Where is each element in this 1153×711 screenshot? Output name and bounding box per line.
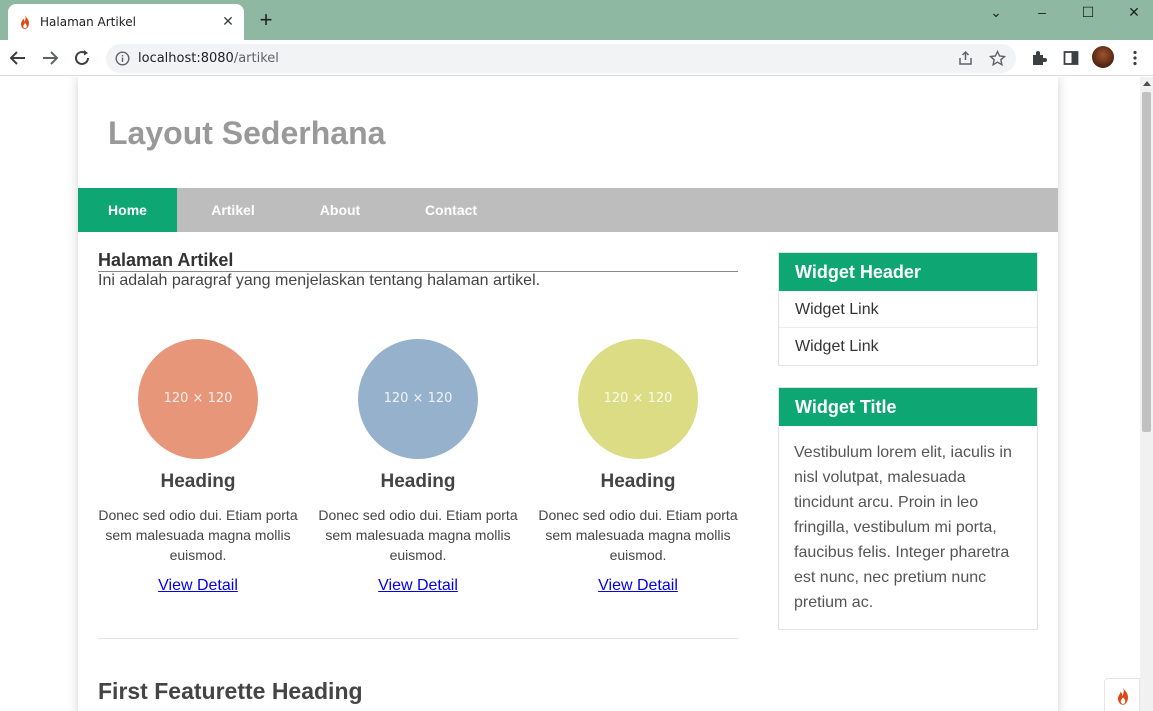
sidepanel-icon[interactable] <box>1062 49 1080 67</box>
codeigniter-flame-icon <box>1118 687 1128 705</box>
view-detail-link[interactable]: View Detail <box>158 577 238 595</box>
article-title: Halaman Artikel <box>98 250 738 272</box>
feature-text: Donec sed odio dui. Etiam porta sem male… <box>538 507 738 563</box>
url-text[interactable]: localhost:8080/artikel <box>138 51 279 66</box>
divider <box>98 638 738 639</box>
placeholder-image: 120 × 120 <box>578 339 698 459</box>
forward-arrow-icon[interactable] <box>39 47 61 69</box>
article-paragraph: Ini adalah paragraf yang menjelaskan ten… <box>98 272 541 289</box>
feature-heading: Heading <box>160 471 236 492</box>
view-detail-link[interactable]: View Detail <box>598 577 678 595</box>
main-nav: Home Artikel About Contact <box>78 188 1058 232</box>
scrollbar-thumb[interactable] <box>1142 92 1151 432</box>
share-icon[interactable] <box>957 50 974 67</box>
sidebar-widget-links: Widget Header Widget Link Widget Link <box>778 252 1038 366</box>
window-close-icon[interactable]: ✕ <box>1111 0 1153 24</box>
chevron-down-icon[interactable]: ⌄ <box>973 0 1019 24</box>
maximize-icon[interactable]: ☐ <box>1065 0 1111 24</box>
site-title: Layout Sederhana <box>108 115 386 151</box>
feature-heading: Heading <box>600 471 676 492</box>
browser-tab-strip: Halaman Artikel ✕ + ⌄ – ☐ ✕ <box>0 0 1153 40</box>
nav-home[interactable]: Home <box>78 188 177 232</box>
sidebar-widget-text: Widget Title Vestibulum lorem elit, iacu… <box>778 387 1038 630</box>
scroll-up-arrow-icon[interactable] <box>1143 81 1151 86</box>
address-bar[interactable]: localhost:8080/artikel <box>106 44 1016 73</box>
widget-header: Widget Header <box>779 253 1037 291</box>
url-host: localhost:8080 <box>138 51 234 66</box>
minimize-icon[interactable]: – <box>1019 0 1065 24</box>
nav-contact[interactable]: Contact <box>408 188 494 232</box>
browser-toolbar: localhost:8080/artikel <box>0 40 1153 76</box>
profile-avatar[interactable] <box>1092 46 1114 68</box>
featurette-heading: First Featurette Heading <box>98 678 363 704</box>
extensions-icon[interactable] <box>1030 49 1048 67</box>
reload-icon[interactable] <box>71 47 93 69</box>
url-path: /artikel <box>233 51 279 66</box>
site-container: Layout Sederhana Home Artikel About Cont… <box>78 77 1058 711</box>
codeigniter-flame-icon <box>21 15 29 29</box>
page-viewport: Layout Sederhana Home Artikel About Cont… <box>0 77 1140 711</box>
widget-link[interactable]: Widget Link <box>779 328 1037 365</box>
vertical-scrollbar[interactable] <box>1140 77 1153 711</box>
tab-title: Halaman Artikel <box>40 15 136 29</box>
back-arrow-icon[interactable] <box>7 47 29 69</box>
widget-link[interactable]: Widget Link <box>779 291 1037 328</box>
widget-body-text: Vestibulum lorem elit, iaculis in nisl v… <box>794 444 1012 611</box>
info-icon[interactable] <box>115 51 130 66</box>
close-icon[interactable]: ✕ <box>220 13 236 29</box>
view-detail-link[interactable]: View Detail <box>378 577 458 595</box>
placeholder-image: 120 × 120 <box>358 339 478 459</box>
feature-text: Donec sed odio dui. Etiam porta sem male… <box>98 507 298 563</box>
nav-artikel[interactable]: Artikel <box>194 188 272 232</box>
feature-column: 120 × 120 Heading Donec sed odio dui. Et… <box>318 339 518 595</box>
widget-title: Widget Title <box>779 388 1037 426</box>
plus-icon[interactable]: + <box>256 9 276 31</box>
nav-about[interactable]: About <box>304 188 376 232</box>
feature-column: 120 × 120 Heading Donec sed odio dui. Et… <box>98 339 298 595</box>
debug-toolbar-toggle[interactable] <box>1104 678 1140 711</box>
menu-dots-icon[interactable] <box>1126 49 1144 67</box>
feature-heading: Heading <box>380 471 456 492</box>
browser-tab[interactable]: Halaman Artikel ✕ <box>8 4 244 40</box>
star-icon[interactable] <box>989 50 1006 67</box>
placeholder-image: 120 × 120 <box>138 339 258 459</box>
feature-column: 120 × 120 Heading Donec sed odio dui. Et… <box>538 339 738 595</box>
feature-text: Donec sed odio dui. Etiam porta sem male… <box>318 507 518 563</box>
